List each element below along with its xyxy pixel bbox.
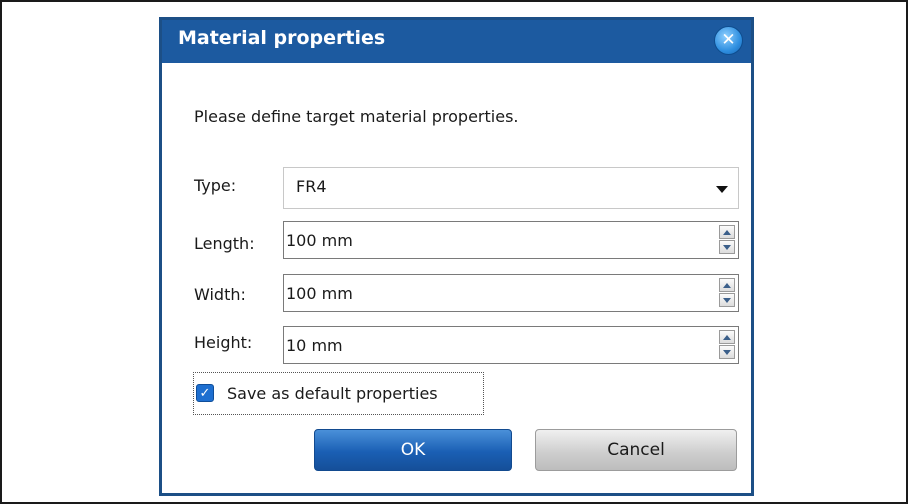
length-field[interactable] bbox=[283, 221, 739, 259]
height-stepper[interactable] bbox=[719, 330, 735, 360]
arrow-down-icon bbox=[723, 349, 731, 355]
ok-button[interactable]: OK bbox=[314, 429, 512, 471]
chevron-down-icon[interactable] bbox=[716, 186, 728, 193]
height-decrement-button[interactable] bbox=[719, 345, 735, 359]
length-increment-button[interactable] bbox=[719, 225, 735, 239]
length-decrement-button[interactable] bbox=[719, 240, 735, 254]
type-label: Type: bbox=[194, 176, 237, 195]
type-dropdown-value: FR4 bbox=[296, 177, 327, 196]
checkmark-icon: ✓ bbox=[199, 385, 211, 401]
arrow-up-icon bbox=[723, 282, 731, 288]
arrow-up-icon bbox=[723, 334, 731, 340]
save-default-checkbox[interactable]: ✓ bbox=[196, 384, 214, 402]
length-input[interactable] bbox=[286, 222, 706, 258]
material-properties-dialog: Material properties ✕ Please define targ… bbox=[159, 17, 754, 496]
width-field[interactable] bbox=[283, 274, 739, 312]
height-field[interactable] bbox=[283, 326, 739, 364]
dialog-title: Material properties bbox=[178, 27, 386, 49]
close-icon[interactable]: ✕ bbox=[714, 26, 743, 55]
length-stepper[interactable] bbox=[719, 225, 735, 255]
arrow-down-icon bbox=[723, 297, 731, 303]
width-stepper[interactable] bbox=[719, 278, 735, 308]
height-label: Height: bbox=[194, 333, 253, 352]
save-default-label[interactable]: Save as default properties bbox=[227, 384, 438, 403]
cancel-button[interactable]: Cancel bbox=[535, 429, 737, 471]
type-dropdown[interactable]: FR4 bbox=[283, 167, 739, 209]
width-label: Width: bbox=[194, 285, 246, 304]
width-increment-button[interactable] bbox=[719, 278, 735, 292]
width-input[interactable] bbox=[286, 275, 706, 311]
arrow-down-icon bbox=[723, 244, 731, 250]
save-default-option[interactable]: ✓ Save as default properties bbox=[193, 372, 484, 415]
dialog-titlebar: Material properties ✕ bbox=[162, 20, 751, 63]
width-decrement-button[interactable] bbox=[719, 293, 735, 307]
arrow-up-icon bbox=[723, 229, 731, 235]
height-increment-button[interactable] bbox=[719, 330, 735, 344]
instruction-text: Please define target material properties… bbox=[194, 107, 519, 126]
height-input[interactable] bbox=[286, 327, 706, 363]
length-label: Length: bbox=[194, 234, 255, 253]
